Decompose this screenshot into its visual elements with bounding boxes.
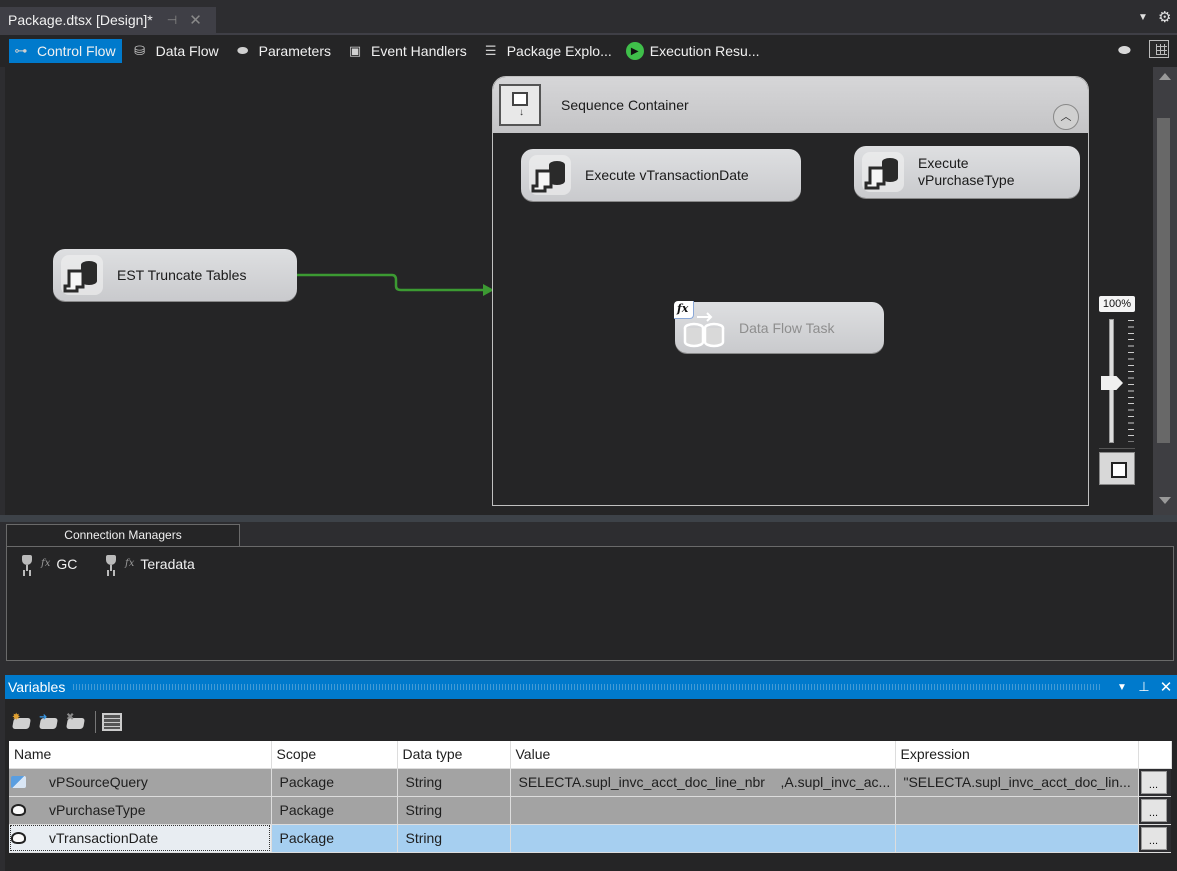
expression-builder-button[interactable]: ... — [1140, 798, 1167, 822]
expression-builder-cell: ... — [1138, 824, 1171, 853]
column-header-value[interactable]: Value — [510, 741, 896, 769]
expression-fx-icon: fx — [41, 558, 51, 569]
precedence-arrow-truncate-to-container — [297, 273, 484, 292]
variable-scope-cell[interactable]: Package — [271, 768, 398, 797]
task-label: EST Truncate Tables — [117, 267, 247, 283]
pane-splitter[interactable] — [0, 515, 1177, 522]
variable-row[interactable]: vPSourceQuery Package String SELECTA.sup… — [9, 768, 1171, 797]
column-header-blank — [1138, 741, 1172, 769]
zoom-level-label: 100% — [1099, 296, 1135, 312]
variable-icon — [11, 803, 26, 816]
variable-data-type-cell[interactable]: String — [397, 796, 511, 825]
variable-scope-cell[interactable]: Package — [271, 824, 398, 853]
execute-sql-task-icon — [862, 152, 904, 192]
variable-name: vTransactionDate — [49, 830, 159, 846]
sequence-container-header[interactable]: ↓ Sequence Container ︿ — [493, 77, 1088, 133]
variable-scope-cell[interactable]: Package — [271, 796, 398, 825]
zoom-slider-ticks — [1128, 320, 1134, 442]
grid-options-button[interactable] — [102, 713, 122, 731]
variables-toolbar: ✸ ➜ ✖ — [10, 709, 122, 735]
variable-expression-cell[interactable] — [895, 824, 1139, 853]
variable-name-cell[interactable]: vTransactionDate — [9, 824, 272, 853]
expression-builder-cell: ... — [1138, 768, 1171, 797]
variable-row[interactable]: vPurchaseType Package String ... — [9, 796, 1171, 825]
task-data-flow[interactable]: Data Flow Task — [675, 302, 884, 353]
connection-managers-tab[interactable]: Connection Managers — [6, 524, 240, 546]
variable-data-type-cell[interactable]: String — [397, 824, 511, 853]
add-variable-button[interactable]: ✸ — [10, 711, 34, 733]
variable-expression-cell[interactable]: "SELECTA.supl_invc_acct_doc_lin... — [895, 768, 1139, 797]
connection-manager-teradata[interactable]: fx Teradata — [105, 555, 195, 572]
connection-manager-gc[interactable]: fx GC — [21, 555, 77, 572]
sequence-container-icon: ↓ — [499, 84, 541, 126]
column-header-data-type[interactable]: Data type — [397, 741, 511, 769]
variable-row-selected[interactable]: vTransactionDate Package String ... — [9, 824, 1171, 853]
task-label: Execute vPurchaseType — [918, 155, 1015, 189]
task-execute-vpurchasetype[interactable]: Execute vPurchaseType — [854, 146, 1080, 198]
variable-data-type-cell[interactable]: String — [397, 768, 511, 797]
sequence-container-label: Sequence Container — [561, 97, 689, 113]
connection-managers-panel[interactable]: fx GC fx Teradata — [6, 546, 1174, 661]
variable-expression-cell[interactable] — [895, 796, 1139, 825]
execute-sql-task-icon — [61, 255, 103, 295]
variable-name: vPSourceQuery — [49, 774, 148, 790]
variable-name-cell[interactable]: vPSourceQuery — [9, 768, 272, 797]
zoom-to-fit-button[interactable] — [1099, 452, 1135, 485]
connection-manager-name: Teradata — [140, 555, 195, 572]
execute-sql-task-icon — [529, 155, 571, 195]
task-label-line1: Execute — [918, 155, 969, 171]
variable-name: vPurchaseType — [49, 802, 146, 818]
grid-header-row: Name Scope Data type Value Expression — [9, 741, 1172, 769]
connection-manager-name: GC — [56, 555, 78, 572]
expression-fx-badge-icon: fx — [674, 301, 694, 319]
task-execute-vtransactiondate[interactable]: Execute vTransactionDate — [521, 149, 801, 201]
variables-title: Variables — [8, 679, 66, 695]
collapse-chevron-up-icon[interactable]: ︿ — [1053, 104, 1079, 130]
variables-title-bar[interactable]: Variables ▼ ⊥ ✕ — [5, 675, 1177, 699]
variable-icon — [11, 831, 26, 844]
connection-database-icon — [105, 555, 117, 572]
variable-value-cell[interactable]: SELECTA.supl_invc_acct_doc_line_nbr ,A.s… — [510, 768, 896, 797]
expression-fx-icon: fx — [125, 558, 135, 569]
task-est-truncate-tables[interactable]: EST Truncate Tables — [53, 249, 297, 301]
column-header-scope[interactable]: Scope — [271, 741, 398, 769]
task-label-line2: vPurchaseType — [918, 172, 1015, 188]
window-position-dropdown-icon[interactable]: ▼ — [1111, 682, 1133, 693]
variable-name-cell[interactable]: vPurchaseType — [9, 796, 272, 825]
column-header-expression[interactable]: Expression — [895, 741, 1139, 769]
column-header-name[interactable]: Name — [9, 741, 272, 769]
expression-builder-button[interactable]: ... — [1140, 826, 1167, 850]
variables-grid[interactable]: Name Scope Data type Value Expression vP… — [9, 741, 1172, 853]
divider — [1099, 448, 1135, 449]
task-label: Execute vTransactionDate — [585, 167, 749, 183]
delete-variable-button[interactable]: ✖ — [64, 711, 88, 733]
title-bar-grip — [73, 684, 1101, 690]
task-label: Data Flow Task — [739, 319, 835, 336]
variable-value-cell[interactable] — [510, 796, 896, 825]
toolbar-separator — [95, 711, 96, 733]
expression-variable-icon — [11, 775, 26, 788]
expression-builder-button[interactable]: ... — [1140, 770, 1167, 794]
pin-icon[interactable]: ⊥ — [1133, 679, 1155, 695]
connection-database-icon — [21, 555, 33, 572]
variable-value-cell[interactable] — [510, 824, 896, 853]
move-variable-button[interactable]: ➜ — [37, 711, 61, 733]
expression-builder-cell: ... — [1138, 796, 1171, 825]
sequence-container[interactable]: ↓ Sequence Container ︿ — [492, 76, 1089, 506]
close-icon[interactable]: ✕ — [1155, 678, 1177, 696]
